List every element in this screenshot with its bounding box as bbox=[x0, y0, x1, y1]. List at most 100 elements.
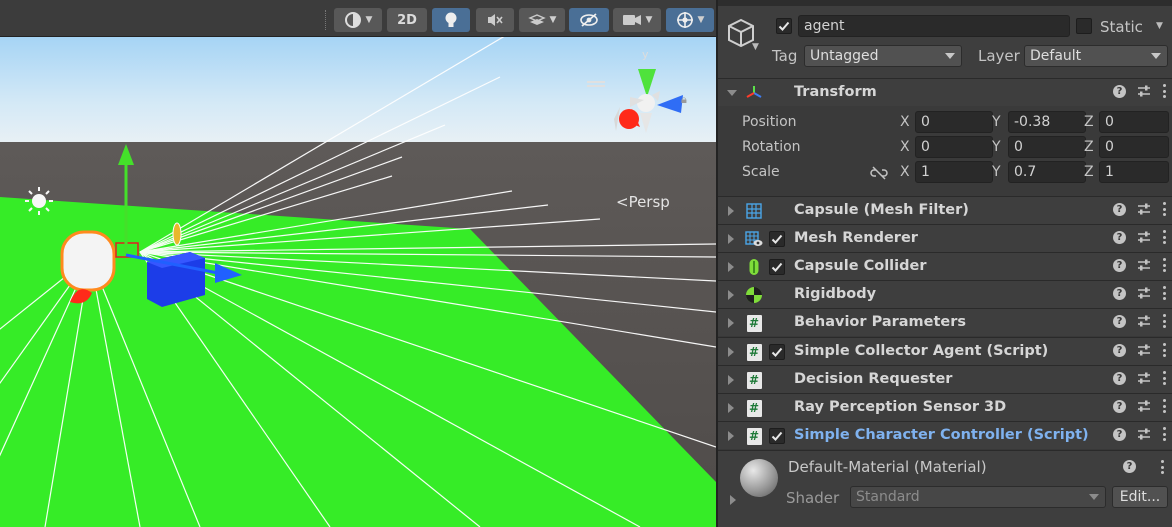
component-ray-perception-sensor[interactable]: # Ray Perception Sensor 3D ? bbox=[718, 393, 1172, 421]
tag-dropdown[interactable]: Untagged bbox=[804, 45, 962, 67]
kebab-menu-icon[interactable] bbox=[1162, 399, 1166, 413]
foldout-arrow-icon[interactable] bbox=[728, 262, 734, 272]
axis-y-label: Y bbox=[992, 164, 1001, 180]
help-icon[interactable]: ? bbox=[1113, 371, 1126, 385]
rotation-y-field[interactable]: 0 bbox=[1008, 136, 1086, 158]
gizmo-menu-icon[interactable] bbox=[587, 81, 605, 87]
rotation-z-field[interactable]: 0 bbox=[1099, 136, 1169, 158]
component-behavior-parameters[interactable]: # Behavior Parameters ? bbox=[718, 308, 1172, 336]
presets-sliders-icon[interactable] bbox=[1137, 399, 1151, 413]
component-capsule-collider[interactable]: Capsule Collider ? bbox=[718, 252, 1172, 280]
foldout-arrow-icon[interactable] bbox=[728, 206, 734, 216]
kebab-menu-icon[interactable] bbox=[1162, 258, 1166, 272]
help-icon[interactable]: ? bbox=[1113, 84, 1126, 98]
kebab-menu-icon[interactable] bbox=[1162, 427, 1166, 441]
agent-capsule[interactable] bbox=[60, 230, 116, 292]
effects-button[interactable]: ▼ bbox=[519, 8, 565, 32]
position-z-field[interactable]: 0 bbox=[1099, 111, 1169, 133]
rotation-label: Rotation bbox=[742, 139, 801, 155]
coin-object[interactable] bbox=[172, 222, 182, 246]
static-dropdown-caret[interactable]: ▼ bbox=[1156, 21, 1163, 31]
presets-sliders-icon[interactable] bbox=[1137, 84, 1151, 98]
material-section: Default-Material (Material) ? Shader Sta… bbox=[718, 450, 1172, 527]
help-icon[interactable]: ? bbox=[1113, 314, 1126, 328]
foldout-arrow-icon[interactable] bbox=[728, 375, 734, 385]
scale-y-field[interactable]: 0.7 bbox=[1008, 161, 1086, 183]
component-enabled-checkbox[interactable] bbox=[769, 259, 785, 275]
object-name-field[interactable]: agent bbox=[798, 15, 1070, 37]
foldout-arrow-icon[interactable] bbox=[728, 318, 734, 328]
kebab-menu-icon[interactable] bbox=[1162, 371, 1166, 385]
kebab-menu-icon[interactable] bbox=[1162, 286, 1166, 300]
2d-label: 2D bbox=[397, 12, 417, 28]
kebab-menu-icon[interactable] bbox=[1162, 202, 1166, 216]
scene-view[interactable]: ▼ 2D ▼ ▼ ▼ y 🔒︎ <Persp bbox=[0, 0, 716, 527]
camera-settings-button[interactable]: ▼ bbox=[613, 8, 661, 32]
kebab-menu-icon[interactable] bbox=[1162, 84, 1166, 98]
component-mesh-renderer[interactable]: Mesh Renderer ? bbox=[718, 224, 1172, 252]
help-icon[interactable]: ? bbox=[1113, 427, 1126, 441]
foldout-arrow-icon[interactable] bbox=[728, 347, 734, 357]
scene-visibility-button[interactable] bbox=[569, 8, 609, 32]
material-help-icon[interactable]: ? bbox=[1123, 460, 1136, 473]
foldout-arrow-icon[interactable] bbox=[730, 495, 736, 505]
component-decision-requester[interactable]: # Decision Requester ? bbox=[718, 365, 1172, 393]
constrain-proportions-icon[interactable] bbox=[870, 166, 888, 180]
edit-shader-button[interactable]: Edit... bbox=[1112, 486, 1168, 508]
kebab-menu-icon[interactable] bbox=[1162, 343, 1166, 357]
component-enabled-checkbox[interactable] bbox=[769, 428, 785, 444]
foldout-arrow-icon[interactable] bbox=[728, 290, 734, 300]
help-icon[interactable]: ? bbox=[1113, 286, 1126, 300]
component-simple-character-controller[interactable]: # Simple Character Controller (Script) ? bbox=[718, 421, 1172, 449]
help-icon[interactable]: ? bbox=[1113, 343, 1126, 357]
presets-sliders-icon[interactable] bbox=[1137, 427, 1151, 441]
presets-sliders-icon[interactable] bbox=[1137, 202, 1151, 216]
help-icon[interactable]: ? bbox=[1113, 258, 1126, 272]
draw-mode-button[interactable]: ▼ bbox=[334, 8, 382, 32]
scale-z-field[interactable]: 1 bbox=[1099, 161, 1169, 183]
layer-value: Default bbox=[1030, 48, 1082, 64]
help-icon[interactable]: ? bbox=[1113, 202, 1126, 216]
presets-sliders-icon[interactable] bbox=[1137, 343, 1151, 357]
lighting-toggle-button[interactable] bbox=[432, 8, 470, 32]
script-icon: # bbox=[745, 314, 763, 332]
position-y-field[interactable]: -0.38 bbox=[1008, 111, 1086, 133]
presets-sliders-icon[interactable] bbox=[1137, 230, 1151, 244]
help-icon[interactable]: ? bbox=[1113, 399, 1126, 413]
help-icon[interactable]: ? bbox=[1113, 230, 1126, 244]
position-x-field[interactable]: 0 bbox=[915, 111, 993, 133]
foldout-arrow-icon[interactable] bbox=[727, 90, 737, 96]
presets-sliders-icon[interactable] bbox=[1137, 314, 1151, 328]
shader-dropdown[interactable]: Standard bbox=[850, 486, 1106, 508]
lock-icon[interactable]: 🔒︎ bbox=[681, 93, 687, 107]
lightbulb-icon bbox=[445, 12, 457, 27]
material-preview-sphere[interactable] bbox=[740, 459, 778, 497]
component-mesh-filter[interactable]: Capsule (Mesh Filter) ? bbox=[718, 196, 1172, 224]
foldout-arrow-icon[interactable] bbox=[728, 431, 734, 441]
gizmos-button[interactable]: ▼ bbox=[666, 8, 714, 32]
scale-x-field[interactable]: 1 bbox=[915, 161, 993, 183]
component-enabled-checkbox[interactable] bbox=[769, 344, 785, 360]
presets-sliders-icon[interactable] bbox=[1137, 371, 1151, 385]
active-checkbox[interactable] bbox=[776, 18, 792, 34]
component-enabled-checkbox[interactable] bbox=[769, 231, 785, 247]
component-rigidbody[interactable]: Rigidbody ? bbox=[718, 280, 1172, 308]
icon-picker-caret[interactable]: ▼ bbox=[752, 42, 759, 52]
kebab-menu-icon[interactable] bbox=[1162, 314, 1166, 328]
foldout-arrow-icon[interactable] bbox=[728, 403, 734, 413]
presets-sliders-icon[interactable] bbox=[1137, 286, 1151, 300]
component-simple-collector-agent[interactable]: # Simple Collector Agent (Script) ? bbox=[718, 337, 1172, 365]
rotation-x-field[interactable]: 0 bbox=[915, 136, 993, 158]
projection-label[interactable]: <Persp bbox=[616, 193, 670, 211]
material-kebab-menu-icon[interactable] bbox=[1160, 460, 1164, 474]
presets-sliders-icon[interactable] bbox=[1137, 258, 1151, 272]
scene-viewport[interactable]: y 🔒︎ <Persp bbox=[0, 37, 716, 527]
transform-icon bbox=[745, 84, 763, 102]
2d-toggle-button[interactable]: 2D bbox=[387, 8, 427, 32]
layer-dropdown[interactable]: Default bbox=[1024, 45, 1168, 67]
kebab-menu-icon[interactable] bbox=[1162, 230, 1166, 244]
foldout-arrow-icon[interactable] bbox=[728, 234, 734, 244]
audio-toggle-button[interactable] bbox=[476, 8, 514, 32]
transform-header[interactable]: Transform ? bbox=[718, 78, 1172, 106]
static-checkbox[interactable] bbox=[1076, 18, 1092, 34]
